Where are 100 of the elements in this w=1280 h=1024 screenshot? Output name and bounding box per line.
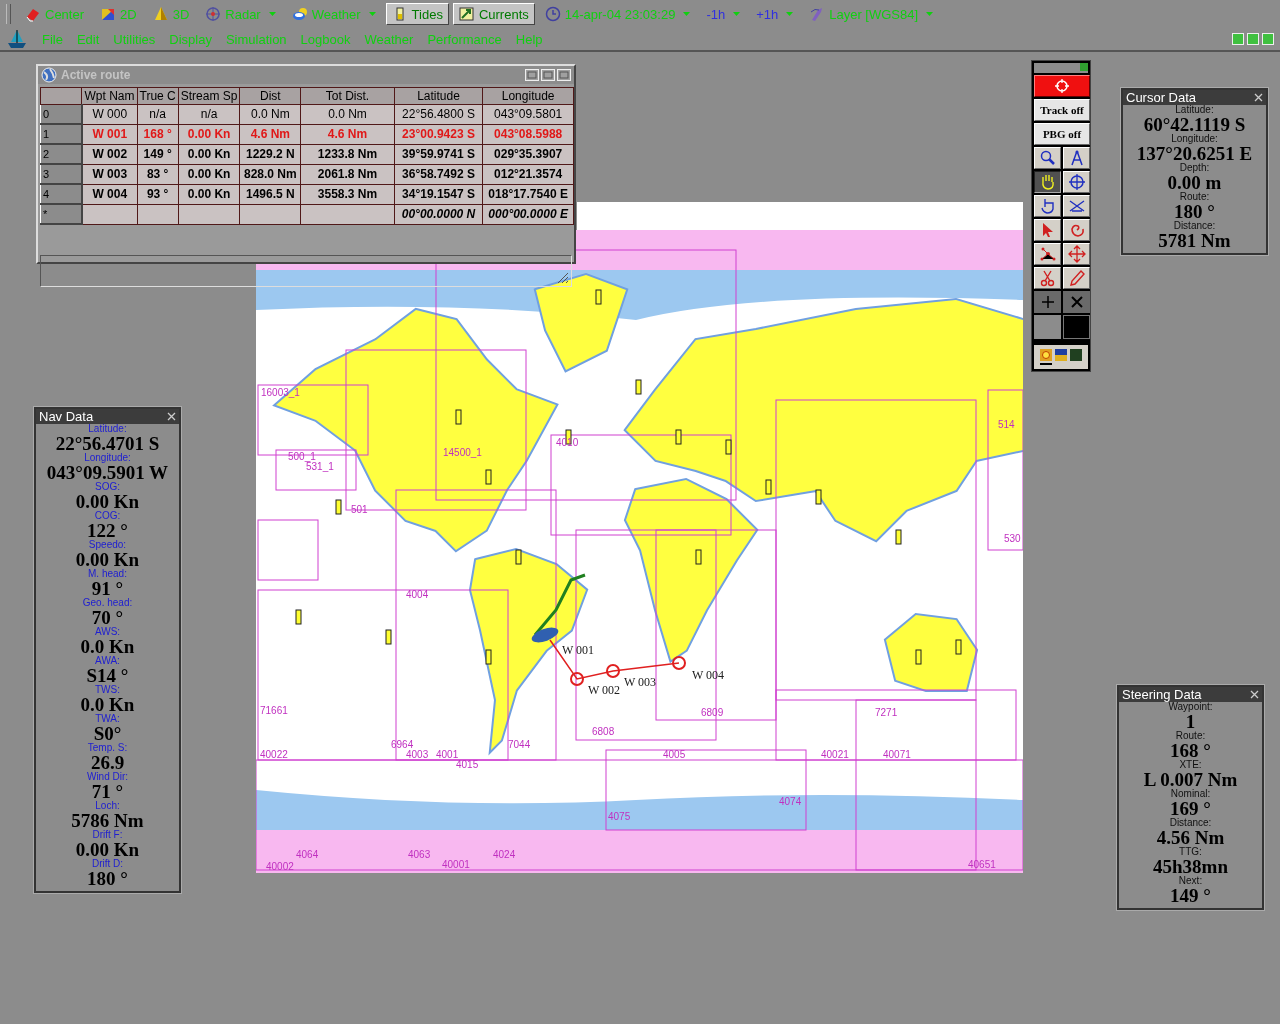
minimize-icon[interactable] xyxy=(525,69,539,81)
field-label: Temp. S: xyxy=(87,743,128,753)
field-value: 0.00 Kn xyxy=(75,840,140,859)
chart-number-label[interactable]: 40071 xyxy=(883,749,911,760)
field-value: S0° xyxy=(93,724,122,743)
field-value: 60°42.1119 S xyxy=(1143,115,1246,134)
chart-number-label[interactable]: 4005 xyxy=(663,749,686,760)
track-button[interactable]: Track off xyxy=(1034,99,1090,121)
column-header[interactable]: Dist xyxy=(239,87,301,105)
chart-number-label[interactable]: 6809 xyxy=(701,707,724,718)
chart-number-label[interactable]: 501 xyxy=(351,504,368,515)
chart-number-label[interactable]: 531_1 xyxy=(306,461,334,472)
close-icon[interactable] xyxy=(1254,93,1263,102)
field-value: 71 ° xyxy=(91,782,124,801)
column-header[interactable]: Tot Dist. xyxy=(300,87,395,105)
chart-number-label[interactable]: 40022 xyxy=(260,749,288,760)
field-label: Geo. head: xyxy=(82,598,133,608)
close-icon[interactable] xyxy=(167,412,176,421)
field-value: 0.00 Kn xyxy=(75,550,140,569)
field-label: SOG: xyxy=(95,482,120,492)
field-value: 149 ° xyxy=(1170,886,1211,905)
chart-number-label[interactable]: 530 xyxy=(1004,533,1021,544)
row-header[interactable]: 2 xyxy=(40,144,82,164)
tool-button[interactable] xyxy=(1034,171,1061,193)
field-label: Loch: xyxy=(95,801,120,811)
close-icon[interactable] xyxy=(1250,690,1259,699)
column-header[interactable]: Wpt Nam xyxy=(82,87,137,105)
row-header[interactable]: 4 xyxy=(40,184,82,204)
column-header[interactable]: Latitude xyxy=(394,87,483,105)
chart-number-label[interactable]: 14500_1 xyxy=(443,447,482,458)
record-button[interactable] xyxy=(1034,75,1090,97)
chart-number-label[interactable]: 4024 xyxy=(493,849,516,860)
field-label: TWS: xyxy=(95,685,120,695)
target-icon xyxy=(1055,79,1069,93)
caret-icon xyxy=(368,12,376,16)
field-label: M. head: xyxy=(88,569,127,579)
chart-number-label[interactable]: 40001 xyxy=(442,859,470,870)
chart-number-label[interactable]: 514 xyxy=(998,419,1015,430)
moon-icon xyxy=(1070,349,1082,361)
pbg-button[interactable]: PBG off xyxy=(1034,123,1090,145)
chart-number-label[interactable]: 4003 xyxy=(406,749,429,760)
field-label: Longitude: xyxy=(84,453,131,463)
waypoint-marker[interactable] xyxy=(672,656,686,670)
color-swatch[interactable] xyxy=(1034,315,1061,339)
waypoint-marker[interactable] xyxy=(606,664,620,678)
color-swatch[interactable] xyxy=(1063,315,1090,339)
chart-number-label[interactable]: 7271 xyxy=(875,707,898,718)
crosshair-icon xyxy=(1067,173,1086,191)
pencil-icon xyxy=(1067,269,1086,287)
row-header[interactable]: 3 xyxy=(40,164,82,184)
chart-number-label[interactable]: 6808 xyxy=(592,726,615,737)
chart-number-label[interactable]: 40651 xyxy=(968,859,996,870)
chart-number-label[interactable]: 4015 xyxy=(456,759,479,770)
row-header[interactable]: * xyxy=(40,204,82,224)
display-mode-button[interactable] xyxy=(1040,349,1052,365)
toolbar-button[interactable]: Currents xyxy=(452,3,535,25)
field-label: Route: xyxy=(1179,192,1210,202)
chart-number-label[interactable]: 4010 xyxy=(556,437,579,448)
window-title: Active route xyxy=(61,68,131,82)
chart-number-label[interactable]: 4063 xyxy=(408,849,431,860)
field-label: COG: xyxy=(94,511,121,521)
column-header[interactable]: True C xyxy=(137,87,179,105)
field-label: Latitude: xyxy=(88,424,127,434)
field-label: TTG: xyxy=(1179,847,1202,857)
eraser-icon xyxy=(25,6,41,22)
chart-number-label[interactable]: 4075 xyxy=(608,811,631,822)
sun-icon xyxy=(1040,349,1052,361)
column-header[interactable]: Longitude xyxy=(482,87,574,105)
field-value: 0.0 Kn xyxy=(80,637,135,656)
field-value: 169 ° xyxy=(1170,799,1211,818)
chart-number-label[interactable]: 4064 xyxy=(296,849,319,860)
caret-icon xyxy=(268,12,276,16)
field-value: 0.0 Kn xyxy=(80,695,135,714)
field-value: 168 ° xyxy=(1170,741,1211,760)
column-header[interactable]: Stream Sp xyxy=(178,87,240,105)
field-label: Next: xyxy=(1178,876,1203,886)
chart-number-label[interactable]: 6964 xyxy=(391,739,414,750)
chart-number-label[interactable]: 40021 xyxy=(821,749,849,760)
chart-number-label[interactable]: 500_1 xyxy=(288,451,316,462)
field-value: 1 xyxy=(1185,712,1196,731)
toolbar-button[interactable]: Tides xyxy=(385,3,449,25)
waypoint-marker[interactable] xyxy=(570,672,584,686)
row-header[interactable]: 1 xyxy=(40,124,82,144)
chart-number-label[interactable]: 71661 xyxy=(260,705,288,716)
add-button[interactable] xyxy=(1034,291,1061,313)
maximize-icon[interactable] xyxy=(541,69,555,81)
chart-number-label[interactable]: 7044 xyxy=(508,739,531,750)
panel-title: Nav Data xyxy=(39,409,94,424)
chart-number-label[interactable]: 4001 xyxy=(436,749,459,760)
field-value: L 0.007 Nm xyxy=(1143,770,1238,789)
chart-number-label[interactable]: 4074 xyxy=(779,796,802,807)
delete-button[interactable] xyxy=(1063,291,1090,313)
dusk-icon xyxy=(1055,349,1067,361)
chart-number-label[interactable]: 40002 xyxy=(266,861,294,872)
field-label: Route: xyxy=(1175,731,1206,741)
chart-outlines[interactable] xyxy=(256,249,1023,871)
chart-number-label[interactable]: 4004 xyxy=(406,589,429,600)
field-label: Distance: xyxy=(1169,818,1212,828)
pyramid-icon xyxy=(152,6,169,22)
row-header[interactable]: 0 xyxy=(40,104,82,124)
